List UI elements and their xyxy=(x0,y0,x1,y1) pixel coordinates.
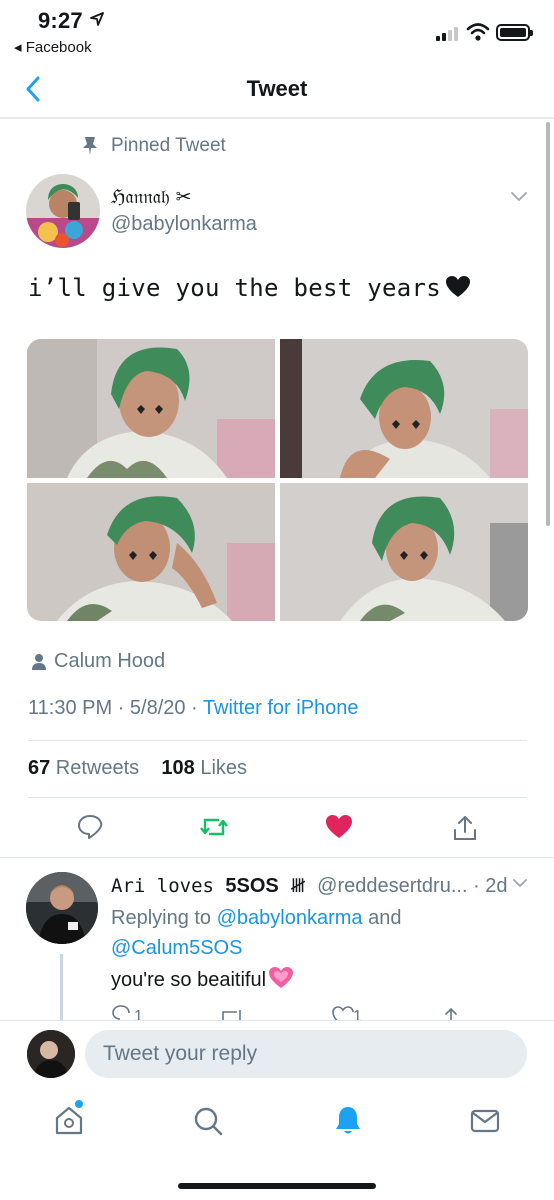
chevron-down-icon[interactable] xyxy=(510,190,528,202)
reply-author[interactable]: Ari loves 5SOS 𝍸 @reddesertdru... · 2d xyxy=(111,872,508,904)
like-heart-icon[interactable] xyxy=(331,1004,355,1020)
reply-text: you're so beaitiful xyxy=(111,966,294,992)
divider xyxy=(28,740,527,741)
pinned-tweet-label: Pinned Tweet xyxy=(111,135,226,156)
thread-line xyxy=(60,954,63,1020)
mention-link[interactable]: @babylonkarma xyxy=(217,907,363,929)
tweet-metadata: 11:30 PM · 5/8/20 · Twitter for iPhone xyxy=(28,697,359,720)
reply-compose-input[interactable]: Tweet your reply xyxy=(85,1030,527,1078)
tweet-timestamp: 11:30 PM · 5/8/20 · xyxy=(28,697,203,719)
page-title: Tweet xyxy=(246,76,308,101)
retweet-icon[interactable] xyxy=(219,1004,245,1020)
share-icon[interactable] xyxy=(452,814,478,842)
pin-icon xyxy=(83,137,97,155)
mention-link[interactable]: @Calum5SOS xyxy=(111,937,242,959)
current-user-avatar[interactable] xyxy=(27,1030,75,1078)
back-to-app-link[interactable]: ◂ Facebook xyxy=(14,38,92,56)
wifi-icon xyxy=(466,23,490,41)
retweet-icon[interactable] xyxy=(199,814,229,840)
home-indicator[interactable] xyxy=(178,1183,376,1189)
like-heart-icon[interactable] xyxy=(325,814,353,840)
divider xyxy=(28,797,527,798)
tweet-source-link[interactable]: Twitter for iPhone xyxy=(203,697,359,719)
retweets-stat[interactable]: 67 Retweets xyxy=(28,757,139,779)
tweet-photo-2[interactable] xyxy=(280,339,528,478)
replying-to: Replying to @babylonkarma and @Calum5SOS xyxy=(111,907,402,959)
reply-icon[interactable] xyxy=(111,1004,151,1020)
cellular-signal-icon xyxy=(436,25,458,41)
notifications-bell-icon[interactable] xyxy=(333,1104,363,1136)
tweet-photo-1[interactable] xyxy=(27,339,275,478)
reply-action-reply[interactable] xyxy=(111,1004,151,1020)
search-icon[interactable] xyxy=(193,1106,223,1136)
black-heart-emoji-icon xyxy=(445,276,470,297)
battery-icon xyxy=(496,24,533,41)
likes-stat[interactable]: 108 Likes xyxy=(161,757,247,779)
tagged-user[interactable]: Calum Hood xyxy=(54,650,165,673)
tweet-stats: 67 Retweets 108 Likes xyxy=(28,757,247,780)
reply-author-avatar[interactable] xyxy=(26,872,98,944)
reply-handle[interactable]: @reddesertdru... · 2d xyxy=(317,875,507,897)
chevron-down-icon[interactable] xyxy=(512,877,528,889)
scrollbar[interactable] xyxy=(546,122,550,526)
location-arrow-icon xyxy=(90,12,104,26)
tweet-photo-3[interactable] xyxy=(27,483,275,621)
person-icon xyxy=(32,654,46,670)
author-handle[interactable]: @babylonkarma xyxy=(111,213,257,236)
author-avatar[interactable] xyxy=(26,174,100,248)
status-time: 9:27 xyxy=(38,8,83,33)
share-icon[interactable] xyxy=(440,1004,462,1020)
tweet-photo-grid[interactable] xyxy=(27,339,528,621)
growing-heart-emoji-icon xyxy=(269,967,294,988)
reply-count: 1 xyxy=(134,1008,143,1020)
messages-envelope-icon[interactable] xyxy=(470,1108,500,1134)
divider xyxy=(0,1020,554,1021)
like-count: 1 xyxy=(353,1008,362,1020)
tweet-photo-4[interactable] xyxy=(280,483,528,621)
new-tweets-indicator xyxy=(75,1100,83,1108)
divider xyxy=(0,857,554,858)
home-icon[interactable] xyxy=(54,1104,84,1136)
tweet-text: i’ll give you the best years xyxy=(28,274,471,302)
author-display-name[interactable]: ℌ𝔞𝔫𝔫𝔞𝔥 ✂ xyxy=(111,186,192,208)
reply-icon[interactable] xyxy=(77,814,103,840)
header-divider xyxy=(0,117,554,119)
